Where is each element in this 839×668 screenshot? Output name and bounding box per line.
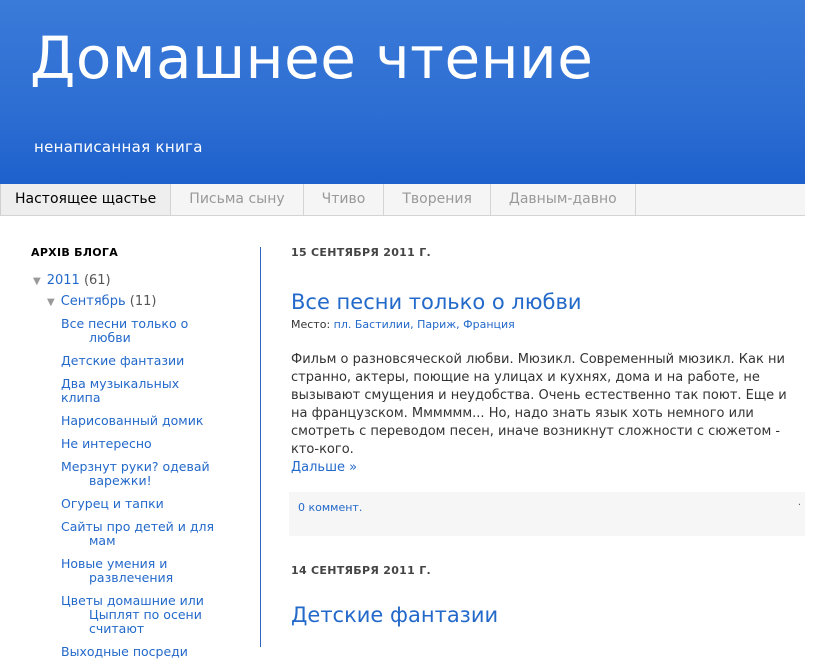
archive-post-link[interactable]: Все песни только о любви (61, 317, 221, 345)
post-date: 15 СЕНТЯБРЯ 2011 Г. (291, 246, 431, 259)
archive-post-link[interactable]: Мерзнут руки? одевай варежки! (61, 460, 221, 488)
tab-chtivo[interactable]: Чтиво (304, 184, 385, 215)
comments-link[interactable]: 0 коммент. (298, 501, 362, 514)
post-footer: 0 коммент. · (289, 492, 805, 536)
blog-description: ненаписанная книга (34, 138, 203, 156)
blog-title[interactable]: Домашнее чтение (30, 24, 593, 94)
archive-post-link[interactable]: Новые умения и развлечения (61, 557, 221, 585)
tab-pisma-synu[interactable]: Письма сыну (171, 184, 304, 215)
read-more-link[interactable]: Дальше » (291, 460, 357, 475)
post-title[interactable]: Все песни только о любви (291, 290, 805, 314)
archive-post-link[interactable]: Выходные посреди (61, 645, 221, 659)
archive-heading: АРХІВ БЛОГА (31, 246, 119, 259)
tab-tvoreniya[interactable]: Творения (384, 184, 491, 215)
archive-post-link[interactable]: Цветы домашние или Цыплят по осени считают (61, 594, 221, 636)
archive-month: ▼ Сентябрь (11) (47, 294, 246, 309)
archive-month-link[interactable]: Сентябрь (61, 294, 126, 309)
post-body-text: Фильм о разновсяческой любви. Мюзикл. Со… (291, 352, 787, 458)
collapse-triangle-icon[interactable]: ▼ (33, 276, 41, 287)
post-date: 14 СЕНТЯБРЯ 2011 Г. (291, 564, 431, 577)
archive-post-link[interactable]: Сайты про детей и для мам (61, 520, 221, 548)
tab-davnym-davno[interactable]: Давным-давно (491, 184, 636, 215)
post-location-link[interactable]: пл. Бастилии, Париж, Франция (334, 318, 515, 331)
post-location-label: Место: (291, 318, 331, 332)
archive-post-link[interactable]: Детские фантазии (61, 354, 221, 368)
collapse-triangle-icon[interactable]: ▼ (47, 297, 55, 308)
post-body: Фильм о разновсяческой любви. Мюзикл. Со… (291, 351, 796, 477)
footer-dot: · (797, 500, 801, 511)
blog-header: Домашнее чтение ненаписанная книга (0, 0, 805, 184)
archive-year-count: (61) (83, 273, 111, 288)
archive-year: ▼ 2011 (61) (33, 273, 246, 288)
archive-post-link[interactable]: Нарисованный домик (61, 414, 221, 428)
archive-post-link[interactable]: Огурец и тапки (61, 497, 221, 511)
post-title[interactable]: Детские фантазии (291, 603, 498, 627)
archive-post-link[interactable]: Два музыкальных клипа (61, 377, 221, 405)
archive-post-link[interactable]: Не интересно (61, 437, 221, 451)
archive-month-count: (11) (129, 294, 157, 309)
archive-post-list: Все песни только о любви Детские фантазии… (31, 317, 246, 659)
main-posts: 15 СЕНТЯБРЯ 2011 Г. Все песни только о л… (289, 246, 805, 646)
sidebar-archive: АРХІВ БЛОГА ▼ 2011 (61) ▼ Сентябрь (11) Вс… (31, 246, 246, 668)
archive-year-link[interactable]: 2011 (47, 273, 80, 288)
column-divider (260, 247, 261, 647)
pages-tabs: Настоящее щастье Письма сыну Чтиво Творе… (0, 184, 805, 216)
tab-nastoyashchee-shchaste[interactable]: Настоящее щастье (0, 184, 172, 215)
post-location: Место: пл. Бастилии, Париж, Франция (291, 318, 805, 331)
